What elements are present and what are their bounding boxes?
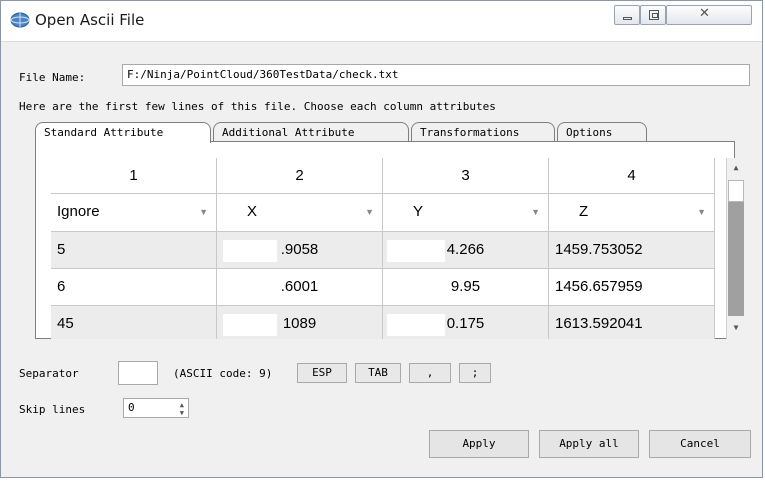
file-name-label: File Name:	[19, 71, 86, 84]
attribute-select-value: Ignore	[57, 203, 100, 220]
column-header-4: 4	[549, 158, 715, 194]
file-name-field[interactable]: F:/Ninja/PointCloud/360TestData/check.tx…	[122, 64, 750, 86]
window-title: Open Ascii File	[35, 11, 145, 29]
column-header-3: 3	[383, 158, 549, 194]
attribute-select-col1[interactable]: Ignore ▼	[51, 194, 217, 232]
chevron-down-icon: ▼	[697, 207, 706, 217]
grid-cell: 6	[51, 269, 217, 306]
attribute-select-value: Y	[413, 203, 424, 220]
attribute-select-col2[interactable]: X ▼	[217, 194, 383, 232]
grid-cell: 9.95	[383, 269, 549, 306]
close-icon: ✕	[699, 6, 710, 21]
spin-down-icon[interactable]: ▼	[180, 409, 184, 417]
scrollbar-track[interactable]	[728, 202, 744, 316]
apply-all-button[interactable]: Apply all	[539, 430, 639, 458]
grid-cell-value: .9058	[280, 241, 319, 258]
open-ascii-file-dialog: Open Ascii File ✕ File Name: F:/Ninja/Po…	[0, 0, 763, 478]
scroll-down-icon[interactable]: ▼	[728, 320, 744, 336]
apply-button[interactable]: Apply	[429, 430, 529, 458]
tab-options[interactable]: Options	[557, 122, 647, 142]
cell-highlight	[387, 314, 445, 336]
maximize-icon	[649, 10, 659, 20]
skip-lines-label: Skip lines	[19, 403, 86, 416]
cell-highlight	[387, 240, 445, 262]
chevron-down-icon: ▼	[531, 207, 540, 217]
grid-cell: 1456.657959	[549, 269, 715, 306]
instructions-text: Here are the first few lines of this fil…	[19, 100, 496, 113]
attribute-select-col3[interactable]: Y ▼	[383, 194, 549, 232]
title-bar[interactable]: Open Ascii File ✕	[1, 1, 762, 42]
cancel-button[interactable]: Cancel	[649, 430, 751, 458]
cell-highlight	[223, 240, 277, 262]
grid-cell: 5	[51, 232, 217, 269]
cell-highlight	[223, 314, 277, 336]
grid-cell: .9058	[217, 232, 383, 269]
grid-cell: 4.266	[383, 232, 549, 269]
grid-cell: 45	[51, 306, 217, 339]
separator-label: Separator	[19, 367, 79, 380]
grid-cell: 1459.753052	[549, 232, 715, 269]
grid-cell-value: 0.175	[446, 315, 485, 332]
tab-additional-attribute[interactable]: Additional Attribute	[213, 122, 409, 142]
preview-grid: 1 2 3 4 Ignore ▼ X ▼ Y ▼ Z ▼ 5 .9058 4.2…	[51, 158, 744, 339]
tab-transformations[interactable]: Transformations	[411, 122, 555, 142]
grid-cell: 1613.592041	[549, 306, 715, 339]
column-header-2: 2	[217, 158, 383, 194]
grid-cell: 1089	[217, 306, 383, 339]
minimize-icon	[623, 17, 632, 20]
scroll-up-icon[interactable]: ▲	[728, 160, 744, 176]
attribute-select-col4[interactable]: Z ▼	[549, 194, 715, 232]
skip-lines-value: 0	[128, 401, 135, 414]
ascii-code-label: (ASCII code: 9)	[173, 367, 273, 380]
maximize-button[interactable]	[640, 5, 666, 25]
skip-lines-spinbox[interactable]: 0 ▲ ▼	[123, 398, 189, 418]
separator-field[interactable]	[118, 361, 158, 385]
spin-up-icon[interactable]: ▲	[180, 401, 184, 409]
grid-vertical-scrollbar[interactable]: ▲ ▼	[726, 158, 745, 339]
separator-semicolon-button[interactable]: ;	[459, 363, 491, 383]
attribute-select-value: Z	[579, 203, 589, 220]
grid-cell: .6001	[217, 269, 383, 306]
grid-cell-value: 4.266	[446, 241, 485, 258]
chevron-down-icon: ▼	[365, 207, 374, 217]
chevron-down-icon: ▼	[199, 207, 208, 217]
close-button[interactable]: ✕	[666, 5, 752, 25]
grid-cell-value: 1089	[282, 315, 317, 332]
scrollbar-thumb[interactable]	[728, 180, 744, 202]
tab-standard-attribute[interactable]: Standard Attribute	[35, 122, 211, 143]
app-globe-icon	[10, 12, 30, 28]
attribute-select-value: X	[247, 203, 258, 220]
standard-attribute-panel: 1 2 3 4 Ignore ▼ X ▼ Y ▼ Z ▼ 5 .9058 4.2…	[35, 141, 745, 339]
minimize-button[interactable]	[614, 5, 640, 25]
separator-tab-button[interactable]: TAB	[355, 363, 401, 383]
column-header-1: 1	[51, 158, 217, 194]
grid-cell: 0.175	[383, 306, 549, 339]
separator-esp-button[interactable]: ESP	[297, 363, 347, 383]
separator-comma-button[interactable]: ,	[409, 363, 451, 383]
